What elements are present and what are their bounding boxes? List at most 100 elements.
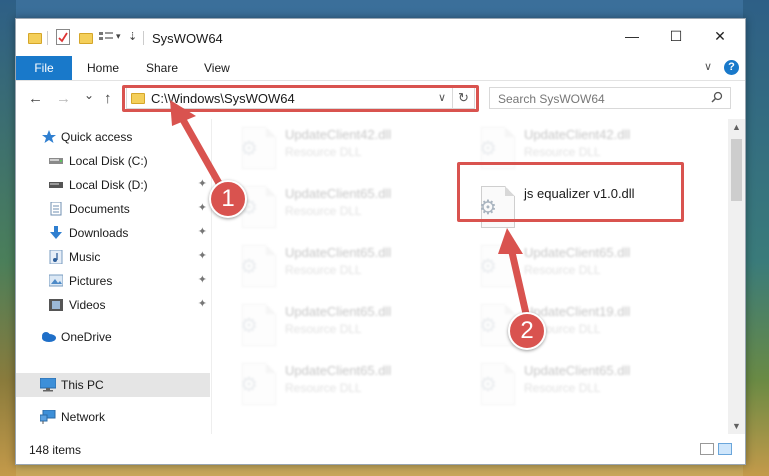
qa-dropdown-icon[interactable]: ▾: [116, 31, 121, 49]
drive-icon: [49, 154, 63, 167]
gear-icon: ⚙: [479, 138, 497, 160]
forward-arrow-icon[interactable]: →: [56, 90, 71, 107]
up-arrow-icon[interactable]: ↑: [104, 90, 112, 107]
tab-file[interactable]: File: [16, 56, 72, 80]
back-arrow-icon[interactable]: ←: [28, 90, 43, 107]
file-type: Resource DLL: [285, 263, 362, 277]
scrollbar-thumb[interactable]: [731, 139, 742, 201]
tab-home[interactable]: Home: [87, 56, 119, 80]
file-item[interactable]: ⚙ UpdateClient65.dll Resource DLL: [234, 184, 460, 240]
file-type: Resource DLL: [524, 381, 601, 395]
tab-share[interactable]: Share: [146, 56, 178, 80]
item-count: 148 items: [29, 443, 82, 457]
navigation-pane: Quick access Local Disk (C:) Local Disk …: [16, 119, 212, 434]
sidebar-item-label: Documents: [69, 202, 130, 216]
properties-icon[interactable]: [56, 29, 70, 45]
status-bar: 148 items: [16, 435, 745, 464]
sidebar-item-label: Downloads: [69, 226, 129, 240]
music-icon: [49, 249, 63, 265]
toolbar-divider: [47, 31, 48, 45]
minimize-button[interactable]: —: [610, 25, 654, 49]
title-divider: [143, 31, 144, 45]
vertical-scrollbar[interactable]: ▲ ▼: [728, 119, 745, 434]
new-folder-icon[interactable]: [79, 33, 93, 44]
sidebar-item-label: OneDrive: [61, 330, 112, 344]
gear-icon: ⚙: [240, 138, 258, 160]
file-item[interactable]: ⚙ UpdateClient65.dll Resource DLL: [234, 302, 460, 358]
search-icon[interactable]: [711, 91, 723, 106]
tab-view[interactable]: View: [204, 56, 230, 80]
sidebar-item-documents[interactable]: Documents ✦: [16, 197, 210, 221]
sidebar-item-downloads[interactable]: Downloads ✦: [16, 221, 210, 245]
sidebar-item-local-disk-d[interactable]: Local Disk (D:) ✦: [16, 173, 210, 197]
window-title: SysWOW64: [152, 31, 223, 46]
pin-icon[interactable]: ✦: [198, 297, 207, 310]
sidebar-item-local-disk-c[interactable]: Local Disk (C:): [16, 149, 210, 173]
recent-locations-icon[interactable]: ⌄: [84, 88, 94, 102]
scroll-down-icon[interactable]: ▼: [728, 421, 745, 431]
file-item[interactable]: ⚙ UpdateClient65.dll Resource DLL: [473, 243, 699, 299]
gear-icon: ⚙: [240, 374, 258, 396]
folder-icon: [28, 33, 42, 44]
file-item[interactable]: ⚙ UpdateClient42.dll Resource DLL: [234, 125, 460, 181]
sidebar-item-onedrive[interactable]: OneDrive: [16, 325, 210, 349]
sidebar-item-label: This PC: [61, 378, 104, 392]
sidebar-item-network[interactable]: Network: [16, 405, 210, 429]
sidebar-item-pictures[interactable]: Pictures ✦: [16, 269, 210, 293]
maximize-button[interactable]: ☐: [654, 25, 698, 49]
sidebar-item-music[interactable]: Music ✦: [16, 245, 210, 269]
help-icon[interactable]: ?: [724, 60, 739, 75]
desktop-background-left: [0, 0, 16, 476]
close-button[interactable]: ✕: [698, 25, 742, 49]
videos-icon: [49, 298, 63, 311]
sidebar-item-this-pc[interactable]: This PC: [16, 373, 210, 397]
large-icons-view-icon[interactable]: [718, 443, 732, 455]
file-type: Resource DLL: [524, 263, 601, 277]
file-type: Resource DLL: [524, 145, 601, 159]
pin-icon[interactable]: ✦: [198, 249, 207, 262]
ribbon-expand-icon[interactable]: ∨: [704, 60, 712, 73]
network-icon: [39, 409, 56, 424]
ribbon-tabs: File Home Share View ∨ ?: [16, 55, 745, 81]
file-item[interactable]: ⚙ UpdateClient65.dll Resource DLL: [234, 361, 460, 417]
sidebar-item-label: Pictures: [69, 274, 113, 288]
gear-icon: ⚙: [479, 374, 497, 396]
drive-icon: [49, 178, 63, 191]
gear-icon: ⚙: [479, 315, 497, 337]
onedrive-icon: [40, 330, 56, 343]
search-input[interactable]: Search SysWOW64: [489, 87, 731, 109]
pin-icon[interactable]: ✦: [198, 201, 207, 214]
pin-icon[interactable]: ✦: [198, 177, 207, 190]
file-item[interactable]: ⚙ UpdateClient65.dll Resource DLL: [473, 361, 699, 417]
pc-icon: [39, 377, 57, 392]
sidebar-item-label: Local Disk (C:): [69, 154, 148, 168]
sidebar-item-label: Quick access: [61, 130, 133, 144]
star-icon: [42, 130, 56, 143]
scroll-up-icon[interactable]: ▲: [728, 122, 745, 132]
sidebar-item-label: Music: [69, 250, 101, 264]
desktop-background-right: [743, 0, 769, 476]
step-2-badge: 2: [508, 312, 546, 350]
file-name: UpdateClient65.dll: [285, 186, 392, 201]
file-name: UpdateClient65.dll: [524, 363, 631, 378]
documents-icon: [49, 201, 63, 216]
sidebar-item-quick-access[interactable]: Quick access: [16, 125, 210, 149]
sidebar-item-label: Local Disk (D:): [69, 178, 148, 192]
gear-icon: ⚙: [479, 256, 497, 278]
file-name: UpdateClient65.dll: [285, 363, 392, 378]
details-view-icon[interactable]: [700, 443, 714, 455]
file-name: UpdateClient42.dll: [524, 127, 631, 142]
file-type: Resource DLL: [285, 145, 362, 159]
qa-customize-arrow-icon[interactable]: ⇣: [128, 30, 137, 48]
step-1-badge: 1: [209, 180, 247, 218]
pin-icon[interactable]: ✦: [198, 225, 207, 238]
pin-icon[interactable]: ✦: [198, 273, 207, 286]
file-type: Resource DLL: [285, 204, 362, 218]
customize-icon[interactable]: [99, 31, 113, 44]
file-type: Resource DLL: [285, 322, 362, 336]
title-bar: ▾ ⇣ SysWOW64 — ☐ ✕: [16, 19, 745, 55]
file-name: UpdateClient65.dll: [285, 245, 392, 260]
file-item[interactable]: ⚙ UpdateClient65.dll Resource DLL: [234, 243, 460, 299]
sidebar-item-videos[interactable]: Videos ✦: [16, 293, 210, 317]
file-item[interactable]: ⚙ UpdateClient19.dll Resource DLL: [473, 302, 699, 358]
